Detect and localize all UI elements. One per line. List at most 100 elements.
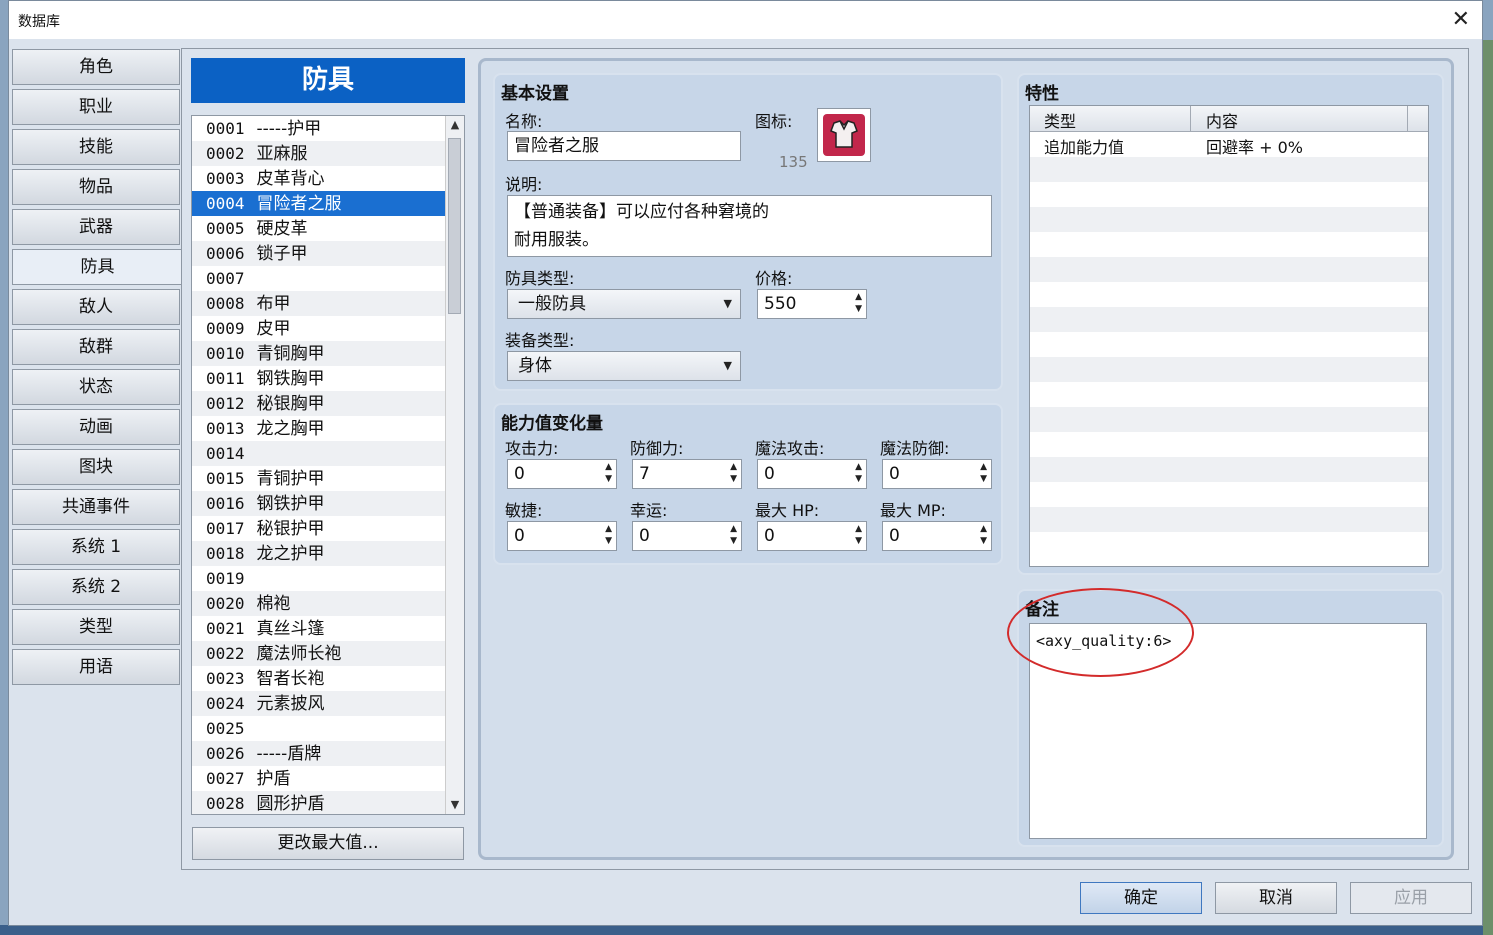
category-tab[interactable]: 物品	[12, 169, 180, 205]
list-item-number: 0009	[206, 319, 245, 338]
category-tab[interactable]: 动画	[12, 409, 180, 445]
change-max-button[interactable]: 更改最大值...	[192, 827, 464, 860]
list-item[interactable]: 0026 -----盾牌	[192, 741, 446, 766]
mdf-stepper[interactable]: 0 ▲ ▼	[882, 459, 992, 489]
list-item[interactable]: 0009 皮甲	[192, 316, 446, 341]
list-item[interactable]: 0003 皮革背心	[192, 166, 446, 191]
list-item[interactable]: 0002 亚麻服	[192, 141, 446, 166]
table-row[interactable]	[1030, 457, 1428, 482]
table-row[interactable]	[1030, 357, 1428, 382]
stepper-arrows-icon[interactable]: ▲ ▼	[730, 523, 737, 547]
stepper-arrows-icon[interactable]: ▲ ▼	[855, 461, 862, 485]
category-tab[interactable]: 共通事件	[12, 489, 180, 525]
apply-button[interactable]: 应用	[1350, 882, 1472, 914]
basic-settings-group: 基本设置 名称: 冒险者之服 图标: 135 说明: 【普通装备】可以应付各种窘…	[493, 73, 1003, 391]
table-row[interactable]	[1030, 532, 1428, 557]
name-input[interactable]: 冒险者之服	[507, 131, 741, 161]
window-title: 数据库	[18, 14, 60, 30]
list-item[interactable]: 0005 硬皮革	[192, 216, 446, 241]
mat-stepper[interactable]: 0 ▲ ▼	[757, 459, 867, 489]
table-row[interactable]	[1030, 307, 1428, 332]
table-row[interactable]	[1030, 507, 1428, 532]
table-row[interactable]	[1030, 207, 1428, 232]
list-item[interactable]: 0012 秘银胸甲	[192, 391, 446, 416]
table-row[interactable]	[1030, 257, 1428, 282]
list-item[interactable]: 0023 智者长袍	[192, 666, 446, 691]
armor-list[interactable]: 0001 -----护甲 0002 亚麻服 0003 皮革背心 0004 冒险者之服 0005 硬…	[191, 115, 465, 815]
list-scrollbar[interactable]: ▲ ▼	[445, 116, 464, 814]
price-stepper[interactable]: 550 ▲ ▼	[757, 289, 867, 319]
armor-icon-picker[interactable]	[817, 108, 871, 162]
stepper-arrows-icon[interactable]: ▲ ▼	[980, 523, 987, 547]
category-tab[interactable]: 武器	[12, 209, 180, 245]
table-row[interactable]	[1030, 332, 1428, 357]
agi-stepper[interactable]: 0 ▲ ▼	[507, 521, 617, 551]
list-item[interactable]: 0014	[192, 441, 446, 466]
mmp-stepper[interactable]: 0 ▲ ▼	[882, 521, 992, 551]
mhp-stepper[interactable]: 0 ▲ ▼	[757, 521, 867, 551]
list-item[interactable]: 0013 龙之胸甲	[192, 416, 446, 441]
note-textarea[interactable]: <axy_quality:6>	[1029, 623, 1427, 839]
list-item[interactable]: 0022 魔法师长袍	[192, 641, 446, 666]
category-tab[interactable]: 敌人	[12, 289, 180, 325]
category-tab[interactable]: 技能	[12, 129, 180, 165]
list-item[interactable]: 0027 护盾	[192, 766, 446, 791]
category-tab[interactable]: 敌群	[12, 329, 180, 365]
category-tab[interactable]: 系统 2	[12, 569, 180, 605]
list-item[interactable]: 0004 冒险者之服	[192, 191, 446, 216]
stepper-arrows-icon[interactable]: ▲ ▼	[855, 291, 862, 315]
list-item[interactable]: 0007	[192, 266, 446, 291]
list-item[interactable]: 0018 龙之护甲	[192, 541, 446, 566]
list-item[interactable]: 0001 -----护甲	[192, 116, 446, 141]
list-item[interactable]: 0017 秘银护甲	[192, 516, 446, 541]
list-item[interactable]: 0019	[192, 566, 446, 591]
category-tab[interactable]: 状态	[12, 369, 180, 405]
list-item[interactable]: 0024 元素披风	[192, 691, 446, 716]
list-item[interactable]: 0016 钢铁护甲	[192, 491, 446, 516]
stepper-arrows-icon[interactable]: ▲ ▼	[730, 461, 737, 485]
equip-type-select[interactable]: 身体 ▼	[507, 351, 741, 381]
list-item[interactable]: 0021 真丝斗篷	[192, 616, 446, 641]
list-item[interactable]: 0010 青铜胸甲	[192, 341, 446, 366]
table-row[interactable]	[1030, 157, 1428, 182]
table-row[interactable]: 追加能力值 回避率 + 0%	[1030, 132, 1428, 157]
atk-stepper[interactable]: 0 ▲ ▼	[507, 459, 617, 489]
armor-type-select[interactable]: 一般防具 ▼	[507, 289, 741, 319]
scroll-up-icon[interactable]: ▲	[446, 116, 464, 134]
description-line-2: 耐用服装。	[514, 230, 599, 250]
category-tab[interactable]: 图块	[12, 449, 180, 485]
category-tab[interactable]: 职业	[12, 89, 180, 125]
stepper-arrows-icon[interactable]: ▲ ▼	[605, 523, 612, 547]
list-item[interactable]: 0020 棉袍	[192, 591, 446, 616]
stepper-arrows-icon[interactable]: ▲ ▼	[605, 461, 612, 485]
scroll-down-icon[interactable]: ▼	[446, 796, 464, 814]
category-tab[interactable]: 角色	[12, 49, 180, 85]
ok-button[interactable]: 确定	[1080, 882, 1202, 914]
list-item[interactable]: 0011 钢铁胸甲	[192, 366, 446, 391]
table-row[interactable]	[1030, 232, 1428, 257]
close-icon[interactable]: ✕	[1452, 7, 1470, 32]
table-row[interactable]	[1030, 182, 1428, 207]
table-row[interactable]	[1030, 382, 1428, 407]
category-tab[interactable]: 防具	[12, 249, 182, 285]
list-item[interactable]: 0025	[192, 716, 446, 741]
category-tab[interactable]: 系统 1	[12, 529, 180, 565]
luk-stepper[interactable]: 0 ▲ ▼	[632, 521, 742, 551]
table-row[interactable]	[1030, 432, 1428, 457]
category-tab[interactable]: 用语	[12, 649, 180, 685]
table-row[interactable]	[1030, 407, 1428, 432]
list-item[interactable]: 0028 圆形护盾	[192, 791, 446, 814]
cancel-button[interactable]: 取消	[1215, 882, 1337, 914]
scroll-thumb[interactable]	[448, 138, 461, 314]
stepper-arrows-icon[interactable]: ▲ ▼	[855, 523, 862, 547]
stepper-arrows-icon[interactable]: ▲ ▼	[980, 461, 987, 485]
category-tab[interactable]: 类型	[12, 609, 180, 645]
description-input[interactable]: 【普通装备】可以应付各种窘境的 耐用服装。	[507, 195, 992, 257]
list-item[interactable]: 0006 锁子甲	[192, 241, 446, 266]
traits-table[interactable]: 类型 内容 追加能力值 回避率 + 0%	[1029, 105, 1429, 567]
table-row[interactable]	[1030, 282, 1428, 307]
table-row[interactable]	[1030, 482, 1428, 507]
list-item[interactable]: 0008 布甲	[192, 291, 446, 316]
list-item[interactable]: 0015 青铜护甲	[192, 466, 446, 491]
def-stepper[interactable]: 7 ▲ ▼	[632, 459, 742, 489]
